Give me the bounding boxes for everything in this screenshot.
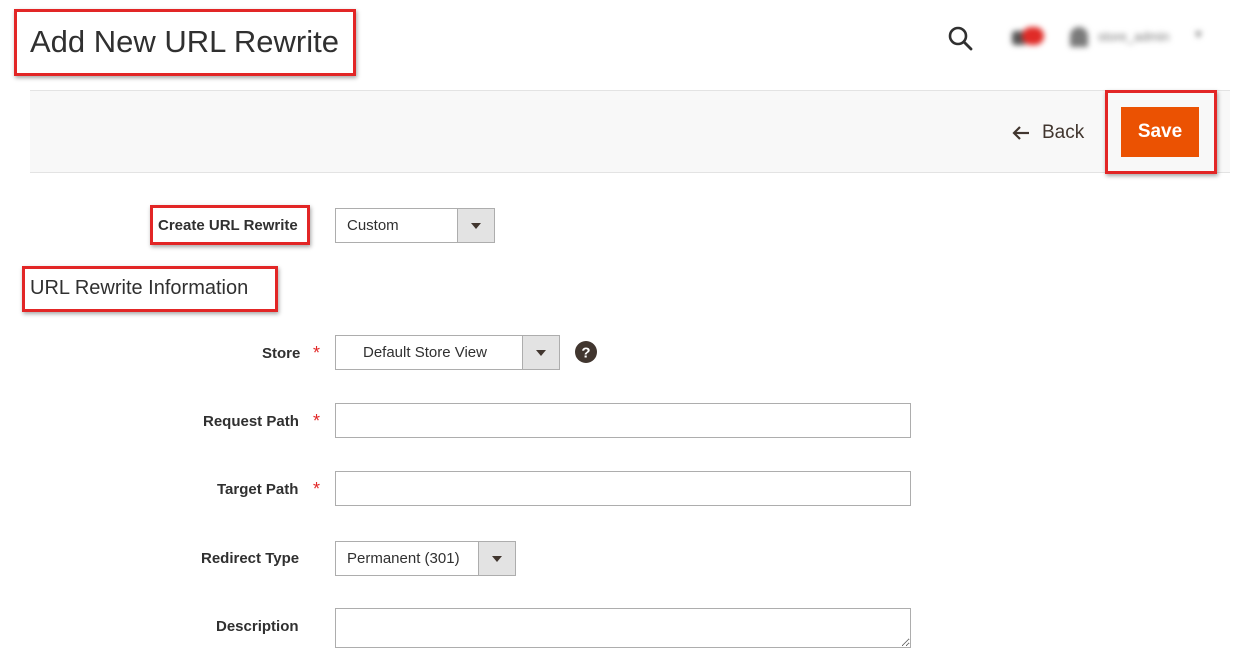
back-arrow-icon xyxy=(1012,126,1029,140)
chevron-down-icon: ▼ xyxy=(1193,29,1204,41)
section-title: URL Rewrite Information xyxy=(30,277,249,299)
store-value: Default Store View xyxy=(363,344,487,361)
description-textarea[interactable] xyxy=(335,608,911,648)
target-path-input[interactable] xyxy=(335,471,911,506)
store-label: Store xyxy=(262,345,301,362)
redirect-type-label: Redirect Type xyxy=(201,550,300,567)
store-select[interactable]: Default Store View xyxy=(335,335,560,370)
back-button[interactable]: Back xyxy=(1012,119,1084,147)
chevron-down-icon xyxy=(478,542,515,575)
required-mark: * xyxy=(313,479,321,499)
required-mark: * xyxy=(313,343,321,363)
request-path-label: Request Path xyxy=(203,413,299,430)
back-button-label: Back xyxy=(1042,122,1085,143)
chevron-down-icon xyxy=(457,209,494,242)
svg-text:?: ? xyxy=(581,345,590,362)
save-button[interactable]: Save xyxy=(1121,107,1199,157)
page-title: Add New URL Rewrite xyxy=(30,24,339,59)
search-icon[interactable] xyxy=(948,26,974,52)
required-mark: * xyxy=(313,411,321,431)
create-url-rewrite-label: Create URL Rewrite xyxy=(158,217,298,234)
create-url-rewrite-select[interactable]: Custom xyxy=(335,208,495,243)
help-icon[interactable]: ? xyxy=(575,341,597,363)
chevron-down-icon xyxy=(522,336,559,369)
description-label: Description xyxy=(216,618,299,635)
redirect-type-select[interactable]: Permanent (301) xyxy=(335,541,516,576)
target-path-label: Target Path xyxy=(217,481,299,498)
user-icon xyxy=(1070,27,1088,47)
user-account-menu[interactable]: store_admin ▼ xyxy=(1068,26,1208,48)
request-path-input[interactable] xyxy=(335,403,911,438)
redirect-type-value: Permanent (301) xyxy=(347,550,460,567)
notifications-bell-icon[interactable] xyxy=(1010,26,1046,48)
user-name: store_admin xyxy=(1098,29,1170,44)
create-url-rewrite-value: Custom xyxy=(347,217,399,234)
